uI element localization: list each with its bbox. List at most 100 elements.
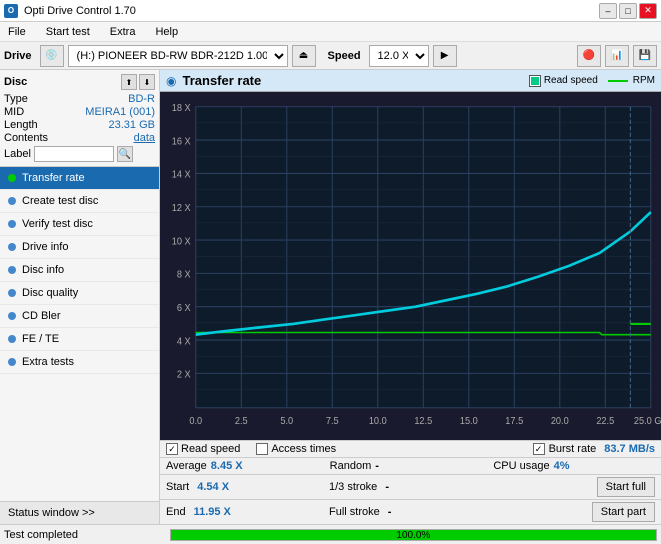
nav-disc-quality[interactable]: Disc quality (0, 282, 159, 305)
end-value: 11.95 X (194, 506, 231, 518)
speed-select[interactable]: 12.0 X ∨ (369, 45, 429, 67)
label-go-btn[interactable]: 🔍 (117, 146, 133, 162)
nav-label-fe-te: FE / TE (22, 333, 59, 345)
random-row: Random - (330, 460, 492, 472)
average-value: 8.45 X (211, 460, 243, 472)
toolbar-icon3[interactable]: 💾 (633, 45, 657, 67)
window-title: Opti Drive Control 1.70 (24, 5, 136, 17)
drive-icon-btn[interactable]: 💿 (40, 45, 64, 67)
contents-value[interactable]: data (134, 132, 155, 144)
nav-label-cd-bler: CD Bler (22, 310, 61, 322)
menu-start-test[interactable]: Start test (42, 25, 94, 39)
cpu-value: 4% (554, 460, 570, 472)
status-window-btn[interactable]: Status window >> (0, 501, 159, 524)
legend-read-speed-label: Read speed (544, 75, 598, 86)
progress-label: 100.0% (171, 530, 656, 542)
start-part-container: Start part (492, 502, 655, 522)
nav-dot-create (8, 197, 16, 205)
drive-select[interactable]: (H:) PIONEER BD-RW BDR-212D 1.00 (68, 45, 288, 67)
svg-text:12.5: 12.5 (414, 416, 432, 427)
mid-value: MEIRA1 (001) (85, 106, 155, 118)
cb-burst-rate-value: 83.7 MB/s (604, 443, 655, 455)
nav-dot-bler (8, 312, 16, 320)
stats-bar-2: Start 4.54 X 1/3 stroke - Start full (160, 474, 661, 499)
label-label: Label (4, 148, 31, 160)
speed-go-btn[interactable]: ▶ (433, 45, 457, 67)
chart-svg: 18 X 16 X 14 X 12 X 10 X 8 X 6 X 4 X 2 X… (160, 96, 661, 440)
legend-rpm-label: RPM (633, 75, 655, 86)
stroke-1-3-value: - (385, 481, 389, 493)
toolbar-icon1[interactable]: 🔴 (577, 45, 601, 67)
length-label: Length (4, 119, 38, 131)
cb-read-speed-box[interactable]: ✓ (166, 443, 178, 455)
start-full-button[interactable]: Start full (597, 477, 655, 497)
chart-svg-container: 18 X 16 X 14 X 12 X 10 X 8 X 6 X 4 X 2 X… (160, 92, 661, 440)
start-row: Start 4.54 X (166, 477, 329, 497)
cb-read-speed-label: Read speed (181, 443, 240, 455)
random-label: Random (330, 460, 372, 472)
eject-button[interactable]: ⏏ (292, 45, 316, 67)
menu-help[interactable]: Help (151, 25, 182, 39)
progress-container: 100.0% (170, 529, 657, 541)
cb-burst-rate-label: Burst rate (549, 443, 597, 455)
nav-dot-transfer (8, 174, 16, 182)
nav-cd-bler[interactable]: CD Bler (0, 305, 159, 328)
nav-label-disc-quality: Disc quality (22, 287, 78, 299)
nav-drive-info[interactable]: Drive info (0, 236, 159, 259)
nav-dot-drive (8, 243, 16, 251)
svg-text:16 X: 16 X (172, 136, 192, 147)
disc-length-row: Length 23.31 GB (4, 119, 155, 131)
cb-access-times-box[interactable] (256, 443, 268, 455)
nav-label-transfer-rate: Transfer rate (22, 172, 85, 184)
nav-dot-extra (8, 358, 16, 366)
disc-mid-row: MID MEIRA1 (001) (4, 106, 155, 118)
disc-title: Disc (4, 76, 27, 88)
svg-text:5.0: 5.0 (280, 416, 293, 427)
close-button[interactable]: ✕ (639, 3, 657, 19)
nav-label-verify-test-disc: Verify test disc (22, 218, 93, 230)
cpu-label: CPU usage (493, 460, 549, 472)
stroke-1-3-row: 1/3 stroke - (329, 477, 492, 497)
nav-extra-tests[interactable]: Extra tests (0, 351, 159, 374)
titlebar-left: O Opti Drive Control 1.70 (4, 4, 136, 18)
legend-read-speed-checkbox (529, 75, 541, 87)
label-input[interactable] (34, 146, 114, 162)
nav-items: Transfer rate Create test disc Verify te… (0, 167, 159, 501)
speed-label: Speed (328, 50, 361, 62)
svg-text:20.0: 20.0 (551, 416, 569, 427)
disc-type-row: Type BD-R (4, 93, 155, 105)
cb-access-times-label: Access times (271, 443, 336, 455)
nav-disc-info[interactable]: Disc info (0, 259, 159, 282)
end-label: End (166, 506, 186, 518)
cb-burst-rate-box[interactable]: ✓ (533, 443, 545, 455)
legend-rpm: RPM (606, 75, 655, 86)
full-stroke-value: - (388, 506, 392, 518)
svg-text:7.5: 7.5 (326, 416, 339, 427)
minimize-button[interactable]: – (599, 3, 617, 19)
svg-text:6 X: 6 X (177, 303, 191, 314)
maximize-button[interactable]: □ (619, 3, 637, 19)
chart-area: ◉ Transfer rate Read speed RPM (160, 70, 661, 524)
nav-fe-te[interactable]: FE / TE (0, 328, 159, 351)
nav-label-extra-tests: Extra tests (22, 356, 74, 368)
disc-icon-btn2[interactable]: ⬇ (139, 74, 155, 90)
chart-title: Transfer rate (182, 73, 522, 88)
start-part-button[interactable]: Start part (592, 502, 655, 522)
svg-text:22.5: 22.5 (596, 416, 614, 427)
nav-verify-test-disc[interactable]: Verify test disc (0, 213, 159, 236)
nav-create-test-disc[interactable]: Create test disc (0, 190, 159, 213)
nav-transfer-rate[interactable]: Transfer rate (0, 167, 159, 190)
average-row: Average 8.45 X (166, 460, 328, 472)
toolbar-icon2[interactable]: 📊 (605, 45, 629, 67)
start-label: Start (166, 481, 189, 493)
titlebar-buttons: – □ ✕ (599, 3, 657, 19)
svg-text:10 X: 10 X (172, 236, 192, 247)
disc-icon-btn1[interactable]: ⬆ (121, 74, 137, 90)
disc-contents-row: Contents data (4, 132, 155, 144)
nav-dot-quality (8, 289, 16, 297)
stats-bar-3: End 11.95 X Full stroke - Start part (160, 499, 661, 524)
menu-file[interactable]: File (4, 25, 30, 39)
chart-icon: ◉ (166, 74, 176, 88)
menu-extra[interactable]: Extra (106, 25, 140, 39)
status-window-label: Status window >> (8, 507, 95, 519)
